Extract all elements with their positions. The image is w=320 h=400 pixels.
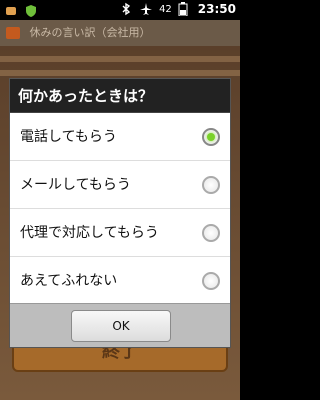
dialog-title: 何かあったときは？ bbox=[10, 79, 230, 113]
status-bar: 42 23:50 bbox=[0, 0, 240, 20]
choice-dialog: 何かあったときは？ 電話してもらう メールしてもらう 代理で対応してもらう あえ… bbox=[9, 78, 231, 348]
decorative-stripe bbox=[0, 70, 240, 76]
airplane-icon bbox=[139, 2, 153, 16]
option-label: メールしてもらう bbox=[20, 177, 131, 193]
option-label: 電話してもらう bbox=[20, 129, 117, 145]
battery-level: 42 bbox=[159, 3, 172, 15]
app-title: 休みの言い訳（会社用） bbox=[29, 26, 151, 39]
option-label: あえてふれない bbox=[20, 273, 118, 289]
dialog-button-bar: OK bbox=[10, 303, 230, 347]
radio-unselected-icon[interactable] bbox=[202, 224, 220, 242]
radio-unselected-icon[interactable] bbox=[202, 272, 220, 290]
radio-unselected-icon[interactable] bbox=[202, 176, 220, 194]
radio-selected-icon[interactable] bbox=[202, 128, 220, 146]
clock: 23:50 bbox=[197, 2, 236, 16]
option-item[interactable]: 代理で対応してもらう bbox=[10, 209, 230, 257]
option-item[interactable]: メールしてもらう bbox=[10, 161, 230, 209]
app-icon bbox=[6, 27, 20, 39]
app-title-bar: 休みの言い訳（会社用） bbox=[0, 20, 240, 46]
option-label: 代理で対応してもらう bbox=[20, 225, 159, 241]
option-list: 電話してもらう メールしてもらう 代理で対応してもらう あえてふれない bbox=[10, 113, 230, 305]
bluetooth-icon bbox=[119, 2, 133, 16]
option-item[interactable]: 電話してもらう bbox=[10, 113, 230, 161]
notification-icon bbox=[4, 3, 18, 17]
option-item[interactable]: あえてふれない bbox=[10, 257, 230, 305]
decorative-stripe bbox=[0, 56, 240, 62]
battery-icon bbox=[178, 2, 192, 17]
ok-button[interactable]: OK bbox=[71, 310, 171, 342]
shield-icon bbox=[24, 3, 38, 17]
